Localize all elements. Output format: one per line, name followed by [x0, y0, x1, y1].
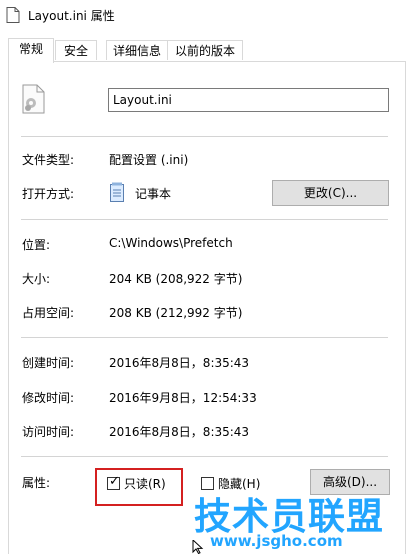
file-type-label: 文件类型:	[22, 153, 75, 167]
notepad-icon	[110, 182, 124, 202]
window-title: Layout.ini 属性	[28, 9, 115, 23]
disk-size-value: 208 KB (212,992 字节)	[109, 306, 243, 320]
disk-size-label: 占用空间:	[22, 306, 75, 320]
size-label: 大小:	[22, 272, 51, 286]
separator	[21, 337, 388, 338]
created-label: 创建时间:	[22, 356, 75, 370]
watermark: 技术员联盟 www.jsgho.com	[190, 486, 411, 554]
file-name-field[interactable]: Layout.ini	[108, 88, 389, 112]
file-icon	[6, 7, 20, 23]
tab-details[interactable]: 详细信息	[106, 40, 168, 60]
separator	[21, 136, 388, 137]
change-button[interactable]: 更改(C)...	[272, 180, 389, 206]
title-bar[interactable]: Layout.ini 属性	[0, 0, 411, 30]
file-type-value: 配置设置 (.ini)	[109, 153, 189, 167]
tab-previous-versions[interactable]: 以前的版本	[167, 40, 243, 60]
open-with-value: 记事本	[135, 187, 172, 201]
attributes-label: 属性:	[22, 476, 51, 490]
modified-value: 2016年9月8日，12:54:33	[109, 391, 257, 405]
modified-label: 修改时间:	[22, 391, 75, 405]
created-value: 2016年8月8日，8:35:43	[109, 356, 250, 370]
location-label: 位置:	[22, 238, 51, 252]
highlight-box	[95, 468, 183, 506]
tab-strip: 常规 安全 详细信息 以前的版本	[8, 38, 408, 63]
settings-file-icon	[22, 84, 45, 114]
separator	[21, 219, 388, 220]
tab-security[interactable]: 安全	[55, 40, 97, 60]
size-value: 204 KB (208,922 字节)	[109, 272, 243, 286]
watermark-url: www.jsgho.com	[210, 532, 343, 550]
mouse-cursor-icon	[192, 540, 204, 554]
tab-general[interactable]: 常规	[8, 38, 54, 63]
open-with-label: 打开方式:	[22, 187, 75, 201]
separator	[21, 456, 388, 457]
accessed-label: 访问时间:	[22, 425, 75, 439]
accessed-value: 2016年8月8日，8:35:43	[109, 425, 250, 439]
location-value: C:\Windows\Prefetch	[109, 236, 233, 250]
